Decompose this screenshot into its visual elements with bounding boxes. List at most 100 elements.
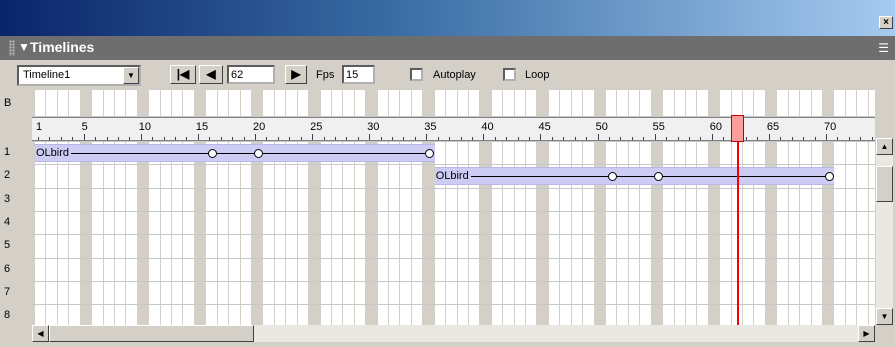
arrow-right-icon: ▶ bbox=[291, 67, 301, 81]
step-back-button[interactable]: ◀ bbox=[199, 65, 223, 84]
ruler-tick bbox=[117, 137, 119, 140]
ruler-tick bbox=[83, 134, 85, 140]
ruler-tick bbox=[460, 137, 462, 140]
scroll-up-icon[interactable]: ▲ bbox=[876, 138, 893, 155]
horizontal-scroll-thumb[interactable] bbox=[49, 325, 254, 342]
channel-label: 7 bbox=[4, 285, 11, 298]
channel-label: 4 bbox=[4, 215, 11, 228]
vertical-scroll-thumb[interactable] bbox=[876, 166, 893, 202]
row-divider bbox=[32, 280, 875, 282]
keyframe-marker[interactable] bbox=[653, 172, 663, 182]
autoplay-label: Autoplay bbox=[433, 69, 476, 81]
timeline-toolbar: Timeline1 ▼ |◀ ◀ ▶ Fps Autoplay Loop bbox=[0, 60, 895, 90]
sprite-bar[interactable]: OLbird bbox=[35, 144, 435, 162]
channel-label: 1 bbox=[4, 146, 11, 158]
sprite-label: OLbird bbox=[36, 147, 72, 159]
ruler-label: 1 bbox=[36, 121, 43, 133]
ruler-label: 65 bbox=[766, 121, 780, 133]
ruler-tick bbox=[825, 134, 827, 140]
channel-label: 3 bbox=[4, 192, 11, 205]
frame-ruler[interactable]: 1 5 10 15 20 25 30 35 40 45 50 55 60 65 70 bbox=[32, 117, 875, 141]
ruler-tick bbox=[357, 137, 359, 140]
ruler-tick bbox=[140, 134, 142, 140]
ruler-tick bbox=[666, 137, 668, 140]
ruler-tick bbox=[323, 137, 325, 140]
ruler-tick bbox=[243, 137, 245, 140]
ruler-label: 10 bbox=[138, 121, 152, 133]
current-frame-input[interactable] bbox=[227, 65, 275, 84]
ruler-tick bbox=[380, 137, 382, 140]
ruler-label: 70 bbox=[823, 121, 837, 133]
ruler-tick bbox=[38, 137, 39, 140]
ruler-tick bbox=[837, 137, 839, 140]
ruler-tick bbox=[780, 137, 782, 140]
ruler-tick bbox=[791, 137, 793, 140]
panel-drag-grip[interactable] bbox=[9, 40, 15, 56]
sprite-label: OLbird bbox=[435, 170, 471, 183]
ruler-tick bbox=[597, 134, 599, 140]
ruler-label: 15 bbox=[195, 121, 209, 133]
ruler-tick bbox=[631, 137, 633, 140]
ruler-tick bbox=[768, 134, 770, 140]
sprite-line bbox=[440, 176, 830, 178]
ruler-tick bbox=[471, 137, 473, 140]
behavior-channel-label: B bbox=[4, 97, 12, 109]
rewind-button[interactable]: |◀ bbox=[170, 65, 196, 84]
ruler-tick bbox=[392, 137, 394, 140]
ruler-tick bbox=[494, 137, 496, 140]
ruler-tick bbox=[289, 137, 291, 140]
ruler-tick bbox=[175, 137, 177, 140]
ruler-tick bbox=[848, 137, 850, 140]
loop-checkbox[interactable] bbox=[503, 68, 516, 81]
horizontal-scrollbar[interactable]: ◀ ▶ bbox=[32, 325, 875, 342]
ruler-tick bbox=[814, 137, 816, 140]
ruler-tick bbox=[449, 137, 451, 140]
ruler-tick bbox=[654, 134, 656, 140]
loop-label: Loop bbox=[525, 69, 550, 81]
ruler-tick bbox=[506, 137, 508, 140]
ruler-tick bbox=[106, 137, 108, 140]
resize-grip[interactable] bbox=[876, 325, 893, 342]
playhead-handle[interactable] bbox=[730, 115, 744, 142]
ruler-tick bbox=[300, 137, 302, 140]
arrow-left-icon: ◀ bbox=[206, 67, 216, 81]
autoplay-checkbox[interactable] bbox=[410, 68, 423, 81]
ruler-tick bbox=[574, 137, 576, 140]
collapse-arrow-icon[interactable]: ▼ bbox=[18, 40, 30, 54]
ruler-label: 30 bbox=[367, 121, 380, 133]
keyframe-marker[interactable] bbox=[253, 149, 263, 158]
ruler-tick bbox=[72, 137, 74, 140]
row-divider bbox=[32, 164, 875, 166]
vertical-scrollbar[interactable]: ▲ ▼ bbox=[876, 138, 893, 325]
ruler-tick bbox=[403, 137, 405, 140]
scroll-right-icon[interactable]: ▶ bbox=[858, 325, 875, 342]
ruler-tick bbox=[643, 137, 645, 140]
ruler-tick bbox=[186, 137, 188, 140]
row-divider bbox=[32, 210, 875, 212]
chevron-down-icon[interactable]: ▼ bbox=[123, 67, 139, 84]
panel-options-icon[interactable]: ☰ bbox=[878, 41, 889, 55]
close-window-button[interactable]: × bbox=[879, 16, 893, 29]
ruler-tick bbox=[437, 137, 439, 140]
sprite-line bbox=[41, 153, 430, 154]
scroll-down-icon[interactable]: ▼ bbox=[876, 308, 893, 325]
ruler-tick bbox=[129, 137, 131, 140]
channel-label: 8 bbox=[4, 309, 11, 322]
keyframe-marker[interactable] bbox=[425, 149, 435, 158]
ruler-tick bbox=[49, 137, 51, 140]
rewind-to-start-icon: |◀ bbox=[176, 67, 190, 81]
keyframe-marker[interactable] bbox=[824, 172, 834, 182]
step-forward-button[interactable]: ▶ bbox=[285, 65, 307, 84]
keyframe-marker[interactable] bbox=[208, 149, 218, 158]
window-title-bar: × bbox=[0, 0, 895, 36]
timeline-select[interactable]: Timeline1 ▼ bbox=[17, 65, 141, 86]
scroll-left-icon[interactable]: ◀ bbox=[32, 325, 49, 342]
frame-grid[interactable]: 1 5 10 15 20 25 30 35 40 45 50 55 60 65 70 OLbird OLbir… bbox=[32, 90, 875, 326]
sprite-bar[interactable]: OLbird bbox=[434, 167, 835, 186]
fps-input[interactable] bbox=[342, 65, 375, 84]
keyframe-marker[interactable] bbox=[607, 172, 617, 182]
panel-header: ▼ Timelines ☰ bbox=[0, 36, 895, 60]
ruler-tick bbox=[586, 137, 588, 140]
ruler-label: 40 bbox=[481, 121, 494, 133]
ruler-label: 45 bbox=[538, 121, 551, 133]
